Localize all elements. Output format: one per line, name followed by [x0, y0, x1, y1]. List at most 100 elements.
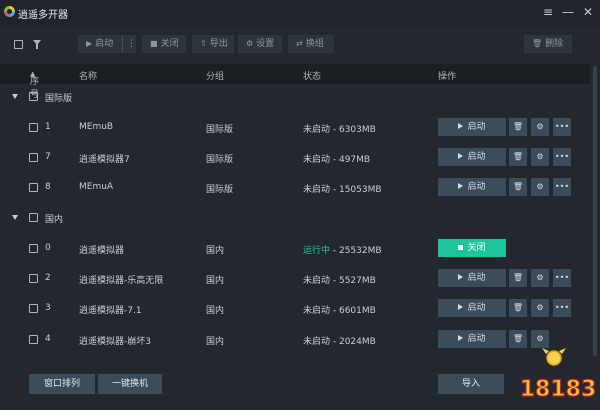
start-button[interactable]: 启动 — [438, 299, 506, 317]
column-header-group: 分组 — [206, 72, 225, 82]
delete-button[interactable]: 🗑 — [509, 299, 527, 317]
row-status: 未启动 - 6303MB — [303, 125, 376, 135]
row-checkbox[interactable] — [29, 153, 38, 162]
group-header-domestic[interactable]: 国内 — [0, 207, 590, 227]
settings-button[interactable]: ⚙ — [531, 178, 549, 196]
row-status: 未启动 - 6601MB — [303, 306, 376, 316]
import-button[interactable]: 导入 — [438, 374, 504, 394]
close-button[interactable]: ✕ — [580, 4, 596, 20]
more-button[interactable]: ••• — [553, 299, 571, 317]
stop-button[interactable]: 关闭 — [438, 239, 506, 257]
window-title: 逍遥多开器 — [18, 10, 68, 21]
toolbar-delete-button[interactable]: 🗑 删除 — [524, 35, 572, 53]
more-button[interactable]: ••• — [553, 269, 571, 287]
menu-icon[interactable]: ≡ — [540, 4, 556, 20]
start-dropdown-button[interactable]: ⋮ — [122, 35, 136, 53]
settings-button[interactable]: ⚙ — [531, 118, 549, 136]
column-header-index[interactable]: 序号 ▲ — [30, 69, 39, 100]
play-icon — [458, 274, 464, 280]
table-row[interactable]: 3 逍遥模拟器-7.1 国内 未启动 - 6601MB 启动 🗑 ⚙ ••• — [0, 298, 590, 318]
column-header-status: 状态 — [303, 72, 322, 82]
export-icon: ⇪ — [200, 39, 207, 48]
toolbar-settings-button[interactable]: ⚙ 设置 — [238, 35, 282, 53]
toolbar-export-button[interactable]: ⇪ 导出 — [192, 35, 234, 53]
row-checkbox[interactable] — [29, 123, 38, 132]
column-header-name: 名称 — [79, 72, 98, 82]
row-group: 国内 — [206, 306, 225, 316]
start-button[interactable]: 启动 — [438, 148, 506, 166]
settings-button[interactable]: ⚙ — [531, 269, 549, 287]
toolbar-stop-button[interactable]: ■ 关闭 — [142, 35, 186, 53]
row-checkbox[interactable] — [29, 335, 38, 344]
toolbar-start-button[interactable]: ▶ 启动 — [78, 35, 122, 53]
table-row[interactable]: 2 逍遥模拟器-乐高无限 国内 未启动 - 5527MB 启动 🗑 ⚙ ••• — [0, 268, 590, 288]
more-button[interactable]: ••• — [553, 118, 571, 136]
settings-button[interactable]: ⚙ — [531, 148, 549, 166]
group-name: 国际版 — [45, 94, 73, 104]
gear-icon: ⚙ — [536, 273, 544, 282]
more-button[interactable]: ••• — [553, 148, 571, 166]
gear-icon: ⚙ — [536, 303, 544, 312]
trash-icon: 🗑 — [512, 152, 524, 161]
row-index: 7 — [45, 152, 51, 162]
collapse-caret-icon[interactable] — [12, 94, 18, 99]
switch-group-icon: ⇄ — [296, 39, 303, 48]
play-icon — [458, 153, 464, 159]
row-status: 未启动 - 2024MB — [303, 337, 376, 347]
scrollbar-thumb[interactable] — [593, 66, 597, 356]
gear-icon: ⚙ — [246, 39, 254, 48]
table-row[interactable]: 0 逍遥模拟器 国内 运行中 - 25532MB 关闭 — [0, 238, 590, 258]
table-row[interactable]: 8 MEmuA 国际版 未启动 - 15053MB 启动 🗑 ⚙ ••• — [0, 177, 590, 197]
start-button[interactable]: 启动 — [438, 269, 506, 287]
row-index: 8 — [45, 182, 51, 192]
more-icon: ••• — [554, 122, 570, 131]
table-row[interactable]: 7 逍遥模拟器7 国际版 未启动 - 497MB 启动 🗑 ⚙ ••• — [0, 147, 590, 167]
row-checkbox[interactable] — [29, 244, 38, 253]
watermark-logo: 18183 — [519, 348, 597, 403]
table-row[interactable]: 1 MEmuB 国际版 未启动 - 6303MB 启动 🗑 ⚙ ••• — [0, 117, 590, 137]
row-checkbox[interactable] — [29, 183, 38, 192]
delete-button[interactable]: 🗑 — [509, 269, 527, 287]
toolbar-switch-group-button[interactable]: ⇄ 换组 — [288, 35, 334, 53]
delete-button[interactable]: 🗑 — [509, 118, 527, 136]
window-arrange-button[interactable]: 窗口排列 — [29, 374, 95, 394]
row-status: 未启动 - 5527MB — [303, 276, 376, 286]
delete-button[interactable]: 🗑 — [509, 148, 527, 166]
collapse-caret-icon[interactable] — [12, 215, 18, 220]
row-status: 未启动 - 15053MB — [303, 185, 382, 195]
minimize-button[interactable]: — — [560, 4, 576, 20]
mascot-head-icon — [546, 350, 562, 366]
table-row[interactable]: 4 逍遥模拟器-崩坏3 国内 未启动 - 2024MB 启动 🗑 ⚙ — [0, 329, 590, 349]
more-button[interactable]: ••• — [553, 178, 571, 196]
more-icon: ••• — [554, 303, 570, 312]
row-checkbox[interactable] — [29, 274, 38, 283]
trash-icon: 🗑 — [512, 273, 524, 282]
one-click-switch-button[interactable]: 一键换机 — [98, 374, 162, 394]
trash-icon: 🗑 — [512, 303, 524, 312]
filter-icon[interactable] — [33, 40, 41, 49]
row-name: 逍遥模拟器-7.1 — [79, 306, 142, 316]
start-button[interactable]: 启动 — [438, 178, 506, 196]
start-button[interactable]: 启动 — [438, 330, 506, 348]
group-header-international[interactable]: 国际版 — [0, 86, 590, 106]
row-index: 4 — [45, 334, 51, 344]
gear-icon: ⚙ — [536, 334, 544, 343]
settings-button[interactable]: ⚙ — [531, 299, 549, 317]
row-group: 国内 — [206, 246, 225, 256]
start-button[interactable]: 启动 — [438, 118, 506, 136]
more-icon: ••• — [554, 182, 570, 191]
more-icon: ••• — [554, 152, 570, 161]
row-name: 逍遥模拟器-乐高无限 — [79, 276, 164, 286]
vertical-scrollbar[interactable] — [592, 64, 598, 364]
row-index: 3 — [45, 303, 51, 313]
row-index: 0 — [45, 243, 51, 253]
trash-icon: 🗑 — [532, 39, 543, 48]
group-checkbox[interactable] — [29, 92, 38, 101]
row-name: MEmuA — [79, 182, 114, 192]
select-all-checkbox[interactable] — [14, 40, 23, 49]
group-checkbox[interactable] — [29, 213, 38, 222]
row-group: 国内 — [206, 276, 225, 286]
row-group: 国际版 — [206, 155, 234, 165]
row-checkbox[interactable] — [29, 304, 38, 313]
delete-button[interactable]: 🗑 — [509, 178, 527, 196]
